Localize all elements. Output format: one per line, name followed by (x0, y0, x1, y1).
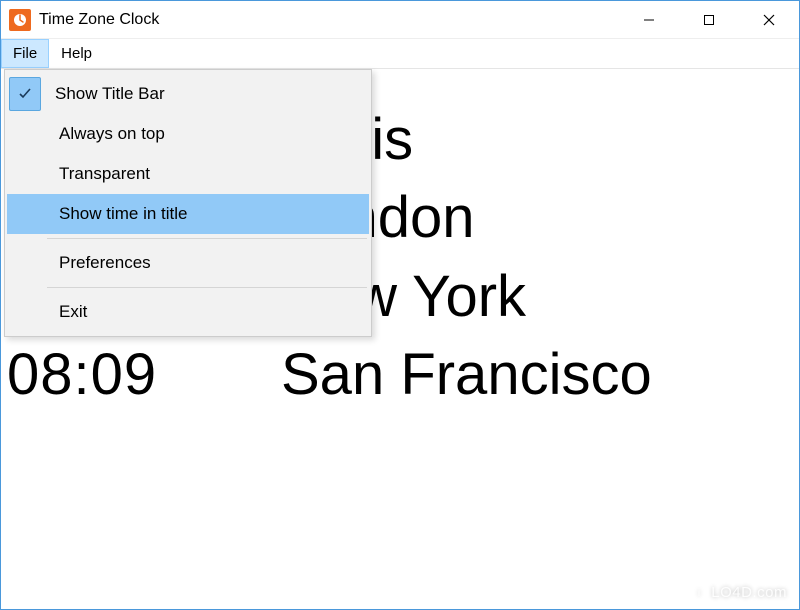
menu-item-label: Exit (47, 302, 369, 322)
menu-preferences[interactable]: Preferences (7, 243, 369, 283)
info-icon: i (691, 585, 707, 601)
menu-item-label: Transparent (47, 164, 369, 184)
menu-separator (47, 287, 367, 288)
clock-time: 08:09 (1, 336, 251, 414)
menu-always-on-top[interactable]: Always on top (7, 114, 369, 154)
app-window: Time Zone Clock File Help 17:09 Paris 16… (0, 0, 800, 610)
menu-item-label: Preferences (47, 253, 369, 273)
menu-item-label: Show Title Bar (43, 84, 369, 104)
menubar: File Help (1, 39, 799, 69)
menu-item-label: Always on top (47, 124, 369, 144)
menu-item-label: Show time in title (47, 204, 369, 224)
file-dropdown: Show Title Bar Always on top Transparent… (4, 69, 372, 337)
maximize-button[interactable] (679, 1, 739, 39)
window-title: Time Zone Clock (39, 11, 159, 29)
titlebar: Time Zone Clock (1, 1, 799, 39)
clock-row: 08:09 San Francisco (1, 336, 799, 414)
menu-show-title-bar[interactable]: Show Title Bar (7, 74, 369, 114)
menu-show-time-in-title[interactable]: Show time in title (7, 194, 369, 234)
menu-file[interactable]: File (1, 39, 49, 68)
menu-exit[interactable]: Exit (7, 292, 369, 332)
check-icon (9, 77, 41, 111)
menu-transparent[interactable]: Transparent (7, 154, 369, 194)
close-button[interactable] (739, 1, 799, 39)
window-controls (619, 1, 799, 38)
watermark: iLO4D.com (691, 584, 787, 601)
clock-city: San Francisco (251, 336, 652, 414)
menu-help[interactable]: Help (49, 39, 104, 68)
app-icon (9, 9, 31, 31)
watermark-text: LO4D.com (711, 584, 787, 601)
menu-separator (47, 238, 367, 239)
minimize-button[interactable] (619, 1, 679, 39)
